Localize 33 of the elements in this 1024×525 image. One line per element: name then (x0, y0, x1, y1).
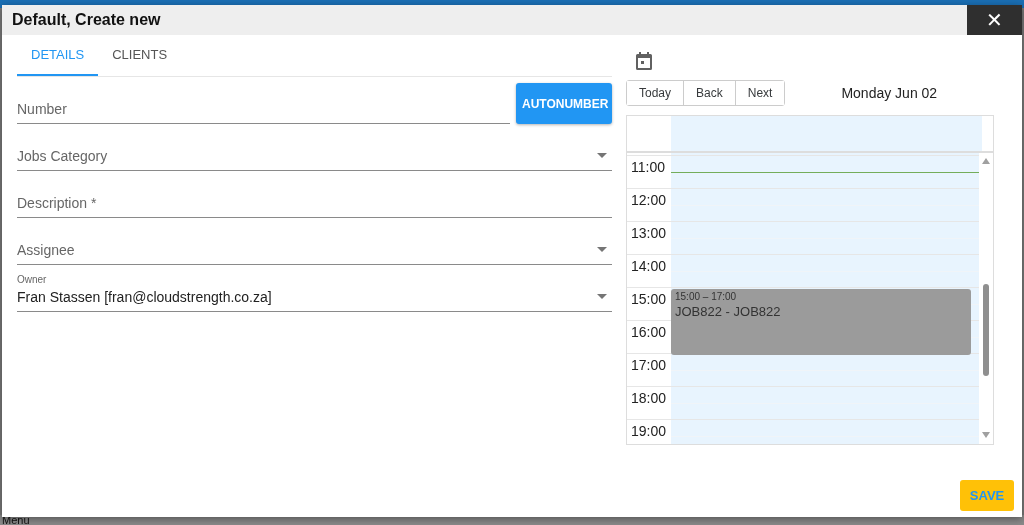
field-placeholder: Jobs Category (17, 148, 108, 164)
field-placeholder: Description * (17, 195, 97, 211)
field-value: Fran Stassen [fran@cloudstrength.co.za] (17, 289, 272, 305)
hour-label: 17:00 (630, 356, 668, 373)
input-field[interactable]: Assignee (17, 231, 612, 265)
hour-label: 12:00 (630, 191, 668, 208)
hour-label: 16:00 (630, 323, 668, 340)
hour-label: 18:00 (630, 389, 668, 406)
input-field[interactable]: Jobs Category (17, 137, 612, 171)
input-field[interactable]: Description * (17, 184, 612, 218)
calendar-nav-button[interactable]: Today (627, 81, 685, 105)
menu-label: Menu (2, 515, 30, 525)
close-button[interactable]: ✕ (967, 5, 1022, 35)
calendar-date: Monday Jun 02 (841, 85, 938, 101)
scroll-down-icon[interactable] (982, 432, 991, 438)
hour-label: 14:00 (630, 257, 668, 274)
dropdown-caret-icon (597, 294, 607, 299)
dialog-title: Default, Create new (11, 11, 161, 29)
input-field[interactable]: Number (17, 90, 510, 124)
event-title: JOB822 - JOB822 (675, 304, 781, 319)
calendar-event[interactable]: 15:00 – 17:00 JOB822 - JOB822 (671, 289, 972, 355)
calendar-icon[interactable] (636, 52, 652, 70)
hour-label: 19:00 (630, 422, 668, 439)
hour-label: 11:00 (630, 158, 666, 175)
hour-label: 15:00 (630, 290, 668, 307)
hour-label: 13:00 (630, 224, 668, 241)
field-placeholder: Assignee (17, 242, 75, 258)
scroll-up-icon[interactable] (982, 158, 991, 164)
tab[interactable]: CLIENTS (98, 35, 182, 76)
event-time: 15:00 – 17:00 (675, 291, 737, 302)
dropdown-caret-icon (597, 247, 607, 252)
field-placeholder: Number (17, 101, 67, 117)
dropdown-caret-icon (597, 153, 607, 158)
